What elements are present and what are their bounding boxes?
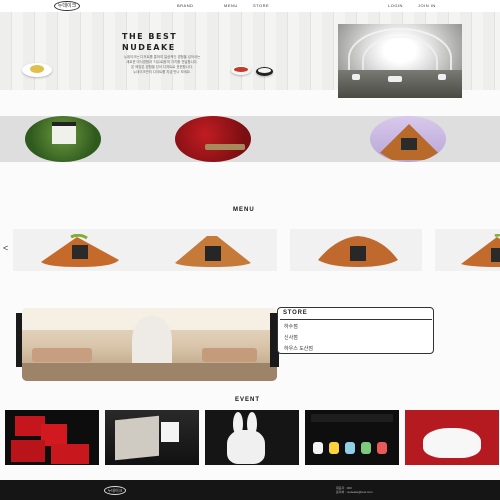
event-image-1[interactable] bbox=[5, 410, 99, 465]
menu-item-image bbox=[41, 234, 119, 267]
menu-item-image bbox=[318, 236, 398, 267]
site-logo[interactable]: 누데이크 bbox=[54, 1, 80, 11]
hero-section: THE BEST NUDEAKE 누데이크는 디저트를 통하여 일상적인 경험을… bbox=[0, 12, 500, 98]
event-image-2[interactable] bbox=[105, 410, 199, 465]
event-image-3[interactable] bbox=[205, 410, 299, 465]
nav-link-login[interactable]: LOGIN bbox=[388, 3, 403, 8]
chevron-left-icon[interactable]: < bbox=[3, 243, 8, 253]
footer-logo[interactable]: 누데이크 bbox=[104, 486, 126, 495]
nav-link-menu[interactable]: MENU bbox=[224, 3, 238, 8]
hero-plate-right bbox=[256, 67, 273, 76]
menu-item-image bbox=[461, 234, 500, 267]
menu-section-title: MENU bbox=[233, 207, 255, 213]
store-photo bbox=[22, 308, 277, 381]
footer-info: 대표자 : 000 문의처 : nudeake@test.com bbox=[336, 486, 373, 494]
feature-image-2[interactable] bbox=[175, 116, 251, 162]
menu-card[interactable] bbox=[290, 229, 422, 271]
nav-link-brand[interactable]: BRAND bbox=[177, 3, 194, 8]
hero-description: 누데이크는 디저트를 통하여 일상적인 경험을 넘어서는 새로운 미식경험과 '… bbox=[123, 55, 201, 74]
hero-plate-center bbox=[231, 65, 251, 75]
hero-title: THE BEST NUDEAKE bbox=[122, 32, 178, 52]
store-list-panel: STORE 하수점 신사점 하우스 도산점 bbox=[277, 307, 434, 354]
menu-card[interactable] bbox=[435, 229, 500, 271]
menu-item-image bbox=[175, 236, 251, 267]
store-list-item[interactable]: 하수점 bbox=[284, 323, 298, 330]
feature-band bbox=[0, 116, 500, 162]
nav-link-store[interactable]: STORE bbox=[253, 3, 269, 8]
menu-card[interactable] bbox=[13, 229, 145, 271]
store-list-item[interactable]: 하우스 도산점 bbox=[284, 345, 313, 352]
event-section-title: EVENT bbox=[235, 397, 261, 403]
site-header: 누데이크 BRAND MENU STORE LOGIN JOIN IN bbox=[0, 0, 500, 12]
hero-store-photo bbox=[338, 24, 462, 98]
page: 누데이크 BRAND MENU STORE LOGIN JOIN IN THE … bbox=[0, 0, 500, 500]
hero-plate-left bbox=[22, 63, 52, 77]
site-footer: 누데이크 대표자 : 000 문의처 : nudeake@test.com bbox=[0, 480, 500, 500]
store-list-item[interactable]: 신사점 bbox=[284, 334, 298, 341]
event-image-5[interactable] bbox=[405, 410, 499, 465]
feature-image-1[interactable] bbox=[25, 116, 101, 162]
menu-card[interactable] bbox=[145, 229, 277, 271]
nav-link-join[interactable]: JOIN IN bbox=[418, 3, 436, 8]
feature-image-3[interactable] bbox=[370, 116, 446, 162]
store-section-title: STORE bbox=[283, 310, 308, 316]
event-image-4[interactable] bbox=[305, 410, 399, 465]
